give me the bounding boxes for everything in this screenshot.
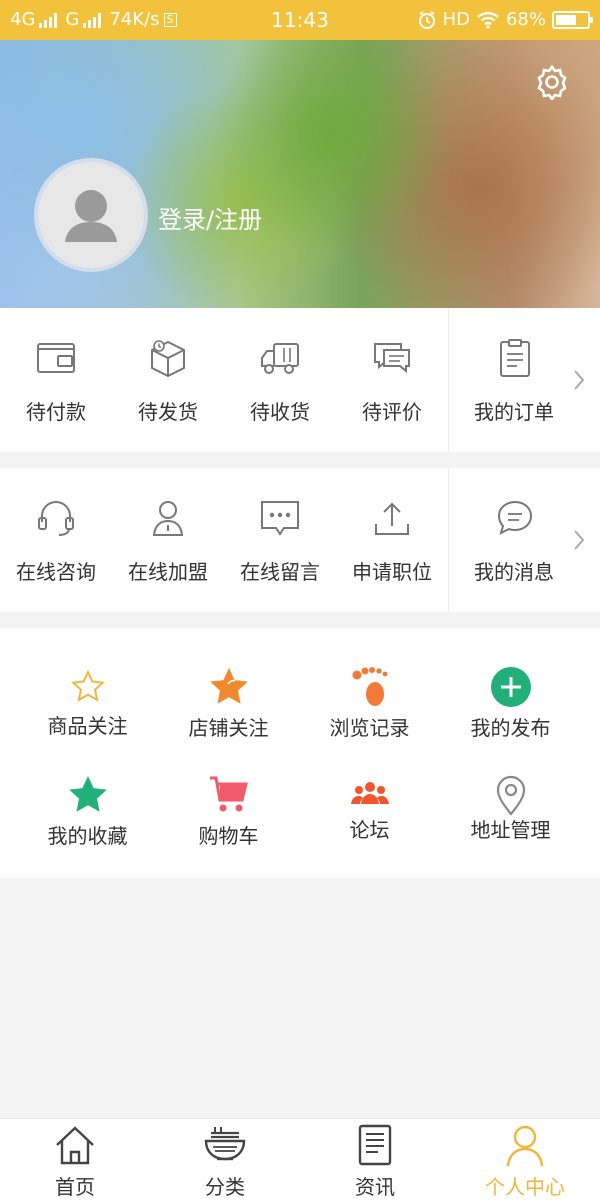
wallet-icon	[37, 343, 75, 373]
profile-header: 登录/注册	[0, 40, 600, 308]
message-dots-icon	[261, 501, 299, 536]
my-posts[interactable]: 我的发布	[440, 632, 581, 740]
shopping-cart[interactable]: 购物车	[158, 740, 299, 848]
browse-history-label: 浏览记录	[329, 716, 410, 740]
apply-position-label: 申请职位	[352, 560, 432, 584]
store-follow-label: 店铺关注	[188, 716, 269, 740]
forum[interactable]: 论坛	[299, 740, 440, 848]
browse-history[interactable]: 浏览记录	[299, 632, 440, 740]
order-pending-review[interactable]: 待评价	[336, 308, 448, 452]
order-pending-payment[interactable]: 待付款	[0, 308, 112, 452]
online-message-label: 在线留言	[240, 560, 320, 584]
chevron-right-icon	[574, 370, 585, 390]
order-pending-shipment-label: 待发货	[138, 400, 198, 424]
my-orders-label: 我的订单	[474, 400, 554, 424]
shortcuts-panel: 商品关注 店铺关注 浏览记录 我的发布 我的收藏 购物车 论坛 地址管理	[0, 628, 600, 878]
forum-label: 论坛	[349, 818, 390, 842]
footprint-icon	[352, 667, 388, 706]
package-icon	[151, 340, 185, 378]
tab-home-label: 首页	[55, 1175, 95, 1199]
my-orders-link[interactable]: 我的订单	[448, 308, 600, 452]
tab-news[interactable]: 资讯	[300, 1119, 450, 1200]
status-bar: 4G G 74K/s S 11:43 HD 68%	[0, 0, 600, 40]
tab-personal-center-label: 个人中心	[485, 1175, 565, 1199]
clipboard-icon	[500, 339, 530, 377]
star-filled-icon	[210, 668, 248, 704]
star-outline-icon	[71, 669, 105, 702]
apply-position[interactable]: 申请职位	[336, 468, 448, 612]
services-panel: 在线咨询 在线加盟 在线留言 申请职位 我的消息	[0, 468, 600, 612]
hd-label: HD	[442, 9, 470, 30]
plus-circle-icon	[491, 667, 531, 707]
orders-panel: 待付款 待发货 待收货 待评价 我的订单	[0, 308, 600, 452]
tab-category-label: 分类	[205, 1175, 245, 1199]
bottom-nav: 首页 分类 资讯 个人中心	[0, 1118, 600, 1200]
comment-icon	[374, 343, 410, 374]
address-management[interactable]: 地址管理	[440, 740, 581, 848]
battery-level	[556, 14, 576, 25]
tab-news-label: 资讯	[355, 1175, 395, 1199]
my-favorites[interactable]: 我的收藏	[17, 740, 158, 848]
chevron-right-icon	[574, 530, 585, 550]
truck-icon	[261, 343, 299, 374]
order-pending-receipt[interactable]: 待收货	[224, 308, 336, 452]
chat-bubble-icon	[497, 500, 533, 535]
address-management-label: 地址管理	[470, 818, 551, 842]
store-follow[interactable]: 店铺关注	[158, 632, 299, 740]
battery-icon	[552, 10, 593, 29]
online-consult[interactable]: 在线咨询	[0, 468, 112, 612]
my-messages-label: 我的消息	[474, 560, 554, 584]
online-join-label: 在线加盟	[128, 560, 208, 584]
default-avatar-icon	[65, 190, 117, 242]
settings-gear-icon[interactable]	[534, 64, 570, 100]
people-icon	[351, 782, 389, 804]
product-follow[interactable]: 商品关注	[17, 632, 158, 740]
news-icon	[358, 1124, 392, 1166]
online-join[interactable]: 在线加盟	[112, 468, 224, 612]
my-messages-link[interactable]: 我的消息	[448, 468, 600, 612]
online-message[interactable]: 在线留言	[224, 468, 336, 612]
order-pending-shipment[interactable]: 待发货	[112, 308, 224, 452]
order-pending-review-label-receipt: 待收货	[250, 400, 310, 424]
product-follow-label: 商品关注	[47, 714, 128, 738]
tab-category[interactable]: 分类	[150, 1119, 300, 1200]
my-posts-label: 我的发布	[470, 716, 551, 740]
user-join-icon	[152, 501, 184, 536]
bowl-icon	[204, 1127, 246, 1161]
login-register-link[interactable]: 登录/注册	[158, 200, 262, 235]
person-icon	[506, 1125, 544, 1167]
wifi-icon	[477, 11, 499, 29]
avatar[interactable]	[34, 158, 148, 272]
status-right: HD 68%	[417, 9, 593, 30]
online-consult-label: 在线咨询	[16, 560, 96, 584]
order-pending-review-label: 待评价	[362, 400, 422, 424]
star-green-icon	[69, 776, 107, 812]
location-pin-icon	[496, 775, 526, 816]
battery-percent: 68%	[505, 9, 546, 30]
tab-personal-center[interactable]: 个人中心	[450, 1119, 600, 1200]
order-pending-payment-label: 待付款	[26, 400, 86, 424]
upload-icon	[375, 502, 409, 535]
home-icon	[56, 1126, 94, 1165]
my-favorites-label: 我的收藏	[47, 824, 128, 848]
headset-icon	[38, 501, 74, 536]
shopping-cart-label: 购物车	[198, 824, 259, 848]
tab-home[interactable]: 首页	[0, 1119, 150, 1200]
alarm-icon	[418, 10, 435, 29]
cart-icon	[210, 776, 248, 812]
